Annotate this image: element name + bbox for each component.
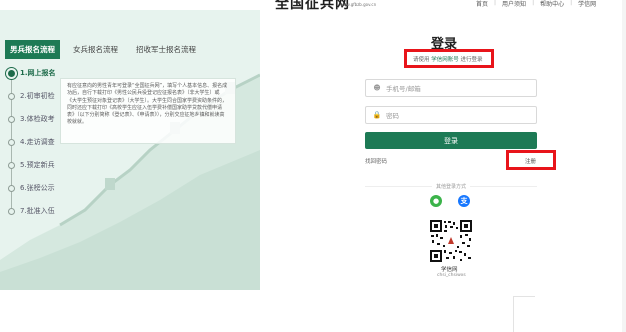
step-public-notice[interactable]: 6.张榜公示 <box>4 183 55 193</box>
nav-home[interactable]: 首页 <box>476 0 488 8</box>
step-physical-exam[interactable]: 3.体检政考 <box>4 114 55 124</box>
step-initial-review[interactable]: 2.初审初检 <box>4 91 55 101</box>
nav-chsi[interactable]: 学信网 <box>578 0 596 8</box>
window-edge <box>622 0 626 332</box>
nav-separator: | <box>532 0 535 6</box>
highlight-box-subtitle <box>404 49 494 68</box>
header: 全国征兵网 www.gfbzb.gov.cn 首页 | 用户须知 | 帮助中心 … <box>0 0 626 13</box>
step-dot <box>8 69 15 77</box>
decorative-line <box>513 296 535 297</box>
tab-female-process[interactable]: 女兵报名流程 <box>68 40 123 59</box>
step-label: 4.走访调查 <box>20 138 55 146</box>
step-online-registration[interactable]: 1.网上报名 <box>4 68 56 78</box>
page: 全国征兵网 www.gfbzb.gov.cn 首页 | 用户须知 | 帮助中心 … <box>0 0 626 332</box>
forgot-password-link[interactable]: 找回密码 <box>365 157 387 165</box>
alipay-icon[interactable]: 支 <box>458 195 470 207</box>
step-approve-enlistment[interactable]: 7.批准入伍 <box>4 206 55 216</box>
step-preselect-recruits[interactable]: 5.预定新兵 <box>4 160 55 170</box>
wechat-icon[interactable]: ● <box>430 195 442 207</box>
step-label: 5.预定新兵 <box>20 161 55 169</box>
process-panel: 男兵报名流程 女兵报名流程 招收军士报名流程 1.网上报名 2.初审初检 3.体… <box>0 10 260 290</box>
phone-email-field[interactable]: ☻ 手机号/邮箱 <box>365 79 537 97</box>
password-field[interactable]: 🔒 密码 <box>365 106 537 124</box>
step-label: 3.体检政考 <box>20 115 55 123</box>
step-label: 1.网上报名 <box>20 69 56 77</box>
nav-separator: | <box>494 0 497 6</box>
password-placeholder: 密码 <box>386 112 399 120</box>
step-dot <box>8 138 15 146</box>
process-tabs: 男兵报名流程 女兵报名流程 招收军士报名流程 <box>5 40 201 59</box>
login-button[interactable]: 登录 <box>365 132 537 149</box>
nav-help-center[interactable]: 帮助中心 <box>540 0 564 8</box>
user-icon: ☻ <box>373 84 381 92</box>
site-url: www.gfbzb.gov.cn <box>340 2 377 7</box>
step-description: 有应征意向的男性青年可登录“全国征兵网”，填写个人基本信息、报名成功后，自行下载… <box>60 78 236 144</box>
top-nav: 首页 | 用户须知 | 帮助中心 | 学信网 <box>476 0 596 8</box>
decorative-line <box>513 296 514 332</box>
site-title[interactable]: 全国征兵网 <box>275 0 350 13</box>
lock-icon: 🔒 <box>372 111 382 119</box>
qr-code <box>429 219 473 263</box>
step-dot <box>8 184 15 192</box>
nav-user-guide[interactable]: 用户须知 <box>502 0 526 8</box>
qr-account-name: 学信网 <box>441 267 458 273</box>
tab-male-process[interactable]: 男兵报名流程 <box>5 40 60 59</box>
other-login-methods-label: 其他登录方式 <box>432 183 471 190</box>
step-dot <box>8 207 15 215</box>
step-investigation[interactable]: 4.走访调查 <box>4 137 55 147</box>
step-label: 6.张榜公示 <box>20 184 55 192</box>
tab-nco-process[interactable]: 招收军士报名流程 <box>131 40 201 59</box>
step-dot <box>8 161 15 169</box>
step-dot <box>8 92 15 100</box>
qr-account-id: chsi_chsiwxs <box>437 273 466 278</box>
phone-email-placeholder: 手机号/邮箱 <box>386 85 421 93</box>
highlight-box-register <box>506 150 556 170</box>
step-label: 2.初审初检 <box>20 92 55 100</box>
step-label: 7.批准入伍 <box>20 207 55 215</box>
step-dot <box>8 115 15 123</box>
nav-separator: | <box>570 0 573 6</box>
